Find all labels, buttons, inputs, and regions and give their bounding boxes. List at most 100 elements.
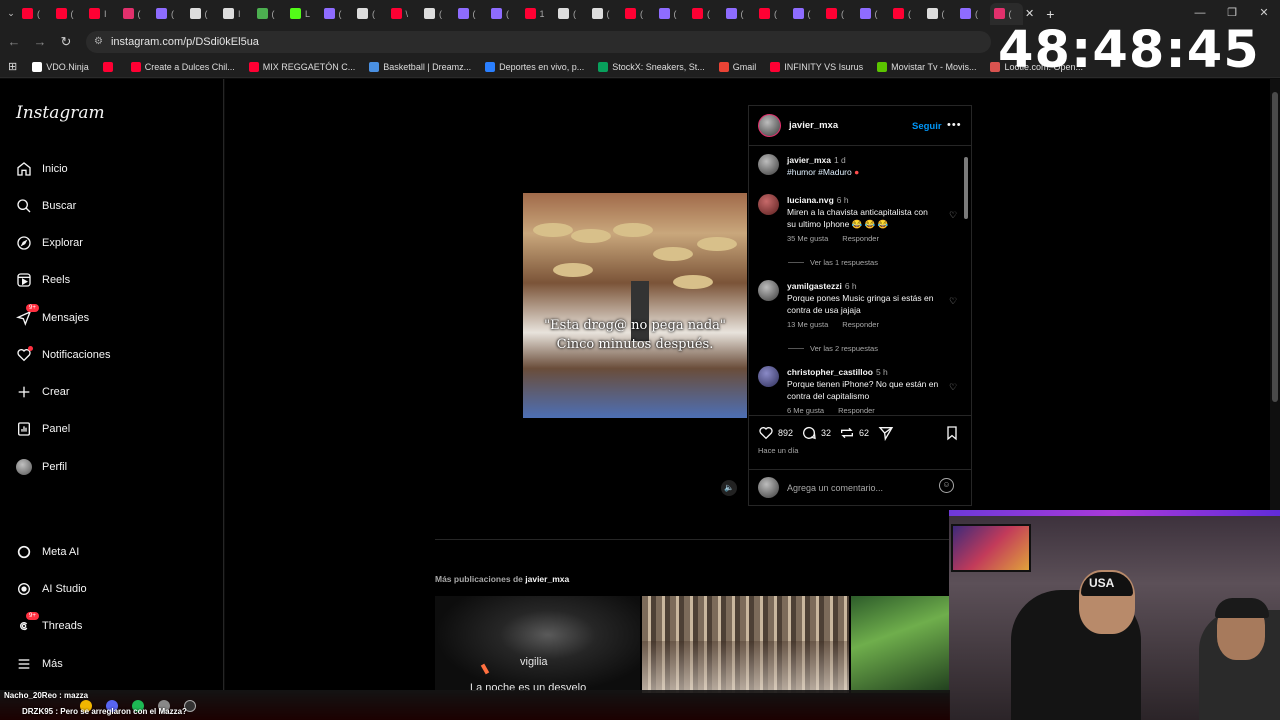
browser-tab[interactable]: (: [889, 3, 923, 25]
close-tab-icon[interactable]: ✕: [1025, 7, 1034, 20]
bookmark-item[interactable]: Deportes en vivo, p...: [478, 61, 591, 72]
url-omnibox[interactable]: ⚙ instagram.com/p/DSdi0kEl5ua: [86, 30, 991, 53]
volume-icon[interactable]: 🔈: [721, 480, 737, 496]
follow-button[interactable]: Seguir: [912, 121, 942, 132]
browser-tab[interactable]: (: [688, 3, 722, 25]
browser-tab[interactable]: (: [755, 3, 789, 25]
browser-tab[interactable]: (: [186, 3, 220, 25]
more-post-thumbnail[interactable]: vigilia La noche es un desvelo: [435, 596, 640, 693]
more-post-thumbnail[interactable]: [642, 596, 849, 693]
comment-username[interactable]: christopher_castilloo: [787, 367, 873, 377]
site-info-icon[interactable]: ⚙: [94, 36, 103, 47]
sidebar-item-buscar[interactable]: Buscar: [16, 194, 76, 218]
forward-icon[interactable]: →: [28, 34, 52, 49]
browser-tab[interactable]: (: [454, 3, 488, 25]
sidebar-item-notificaciones[interactable]: Notificaciones: [16, 343, 110, 367]
instagram-logo[interactable]: Instagram: [16, 103, 105, 123]
sidebar-item-reels[interactable]: Reels: [16, 268, 70, 292]
browser-tab[interactable]: (: [18, 3, 52, 25]
bookmark-item[interactable]: VDO.Ninja: [25, 61, 96, 72]
comment-like-heart-icon[interactable]: ♡: [949, 296, 957, 307]
browser-tab[interactable]: (: [621, 3, 655, 25]
browser-tab[interactable]: (: [119, 3, 153, 25]
sidebar-item-inicio[interactable]: Inicio: [16, 157, 68, 181]
sidebar-item-perfil[interactable]: Perfil: [16, 455, 67, 479]
comment-avatar[interactable]: [758, 366, 779, 387]
browser-tab[interactable]: (: [923, 3, 957, 25]
reply-button[interactable]: Responder: [842, 234, 879, 243]
browser-tab[interactable]: (: [487, 3, 521, 25]
comment-username[interactable]: luciana.nvg: [787, 195, 834, 205]
bookmark-item[interactable]: INFINITY VS Isurus: [763, 61, 870, 72]
browser-tab[interactable]: (: [420, 3, 454, 25]
sidebar-item-mensajes[interactable]: 9+ Mensajes: [16, 304, 89, 330]
browser-tab[interactable]: I: [85, 3, 119, 25]
reply-button[interactable]: Responder: [838, 406, 875, 415]
reply-button[interactable]: Responder: [842, 320, 879, 329]
comment-action[interactable]: 32: [801, 425, 831, 441]
comment-likes[interactable]: 13 Me gusta: [787, 320, 828, 329]
comment-like-heart-icon[interactable]: ♡: [949, 382, 957, 393]
comment-like-heart-icon[interactable]: ♡: [949, 210, 957, 221]
browser-tab[interactable]: (: [152, 3, 186, 25]
tab-search-icon[interactable]: ⌄: [4, 8, 18, 19]
comment-input[interactable]: [787, 482, 927, 493]
apps-grid-icon[interactable]: ⊞: [0, 60, 25, 73]
save-action[interactable]: [944, 425, 960, 441]
more-posts-username[interactable]: javier_mxa: [525, 574, 569, 584]
sidebar-item-meta-ai[interactable]: Meta AI: [16, 540, 79, 564]
browser-tab[interactable]: L: [286, 3, 320, 25]
sidebar-item-threads[interactable]: 9+ Threads: [16, 612, 82, 638]
comment-avatar[interactable]: [758, 280, 779, 301]
more-options-icon[interactable]: •••: [947, 119, 962, 131]
comment-avatar[interactable]: [758, 154, 779, 175]
sidebar-item-ai-studio[interactable]: AI Studio: [16, 577, 87, 601]
page-scrollbar-thumb[interactable]: [1272, 92, 1278, 402]
comment-avatar[interactable]: [758, 194, 779, 215]
back-icon[interactable]: ←: [2, 34, 26, 49]
bookmark-item[interactable]: [96, 61, 124, 72]
browser-tab[interactable]: (: [956, 3, 990, 25]
bookmark-item[interactable]: Create a Dulces Chil...: [124, 61, 242, 72]
browser-tab[interactable]: (: [722, 3, 756, 25]
post-video-frame[interactable]: [523, 193, 747, 418]
bookmark-item[interactable]: StockX: Sneakers, St...: [591, 61, 712, 72]
browser-tab[interactable]: \: [387, 3, 421, 25]
comment-username[interactable]: javier_mxa: [787, 155, 831, 165]
author-username[interactable]: javier_mxa: [789, 120, 838, 131]
hashtags[interactable]: #humor #Maduro: [787, 167, 852, 177]
bookmark-item[interactable]: Basketball | Dreamz...: [362, 61, 478, 72]
comment-username[interactable]: yamilgastezzi: [787, 281, 842, 291]
browser-tab[interactable]: (: [588, 3, 622, 25]
sidebar-item-panel[interactable]: Panel: [16, 417, 70, 441]
comments-scrollbar-thumb[interactable]: [964, 157, 968, 219]
like-action[interactable]: 892: [758, 425, 793, 441]
reload-icon[interactable]: ↻: [54, 34, 78, 50]
browser-tab[interactable]: (: [789, 3, 823, 25]
share-action[interactable]: [878, 425, 894, 441]
browser-tab[interactable]: 1: [521, 3, 555, 25]
browser-tab[interactable]: (: [822, 3, 856, 25]
sidebar-item-mas[interactable]: Más: [16, 652, 63, 676]
repost-action[interactable]: 62: [839, 425, 869, 441]
bookmark-item[interactable]: MIX REGGAETÓN C...: [242, 61, 363, 72]
browser-tab[interactable]: (: [856, 3, 890, 25]
browser-tab[interactable]: I: [219, 3, 253, 25]
comment-likes[interactable]: 6 Me gusta: [787, 406, 824, 415]
browser-tab[interactable]: (: [52, 3, 86, 25]
sidebar-item-crear[interactable]: Crear: [16, 380, 70, 404]
more-post-thumbnail[interactable]: [851, 596, 949, 693]
bookmark-item[interactable]: Gmail: [712, 61, 764, 72]
browser-tab[interactable]: (: [320, 3, 354, 25]
browser-tab[interactable]: (: [554, 3, 588, 25]
browser-tab[interactable]: (: [353, 3, 387, 25]
bookmark-item[interactable]: Movistar Tv - Movis...: [870, 61, 983, 72]
author-avatar[interactable]: [758, 114, 781, 137]
browser-tab[interactable]: (: [253, 3, 287, 25]
emoji-picker-icon[interactable]: ☺: [939, 478, 954, 493]
sidebar-item-explorar[interactable]: Explorar: [16, 231, 83, 255]
view-replies-link[interactable]: Ver las 2 respuestas: [788, 344, 878, 353]
view-replies-link[interactable]: Ver las 1 respuestas: [788, 258, 878, 267]
browser-tab[interactable]: (: [655, 3, 689, 25]
comment-likes[interactable]: 35 Me gusta: [787, 234, 828, 243]
